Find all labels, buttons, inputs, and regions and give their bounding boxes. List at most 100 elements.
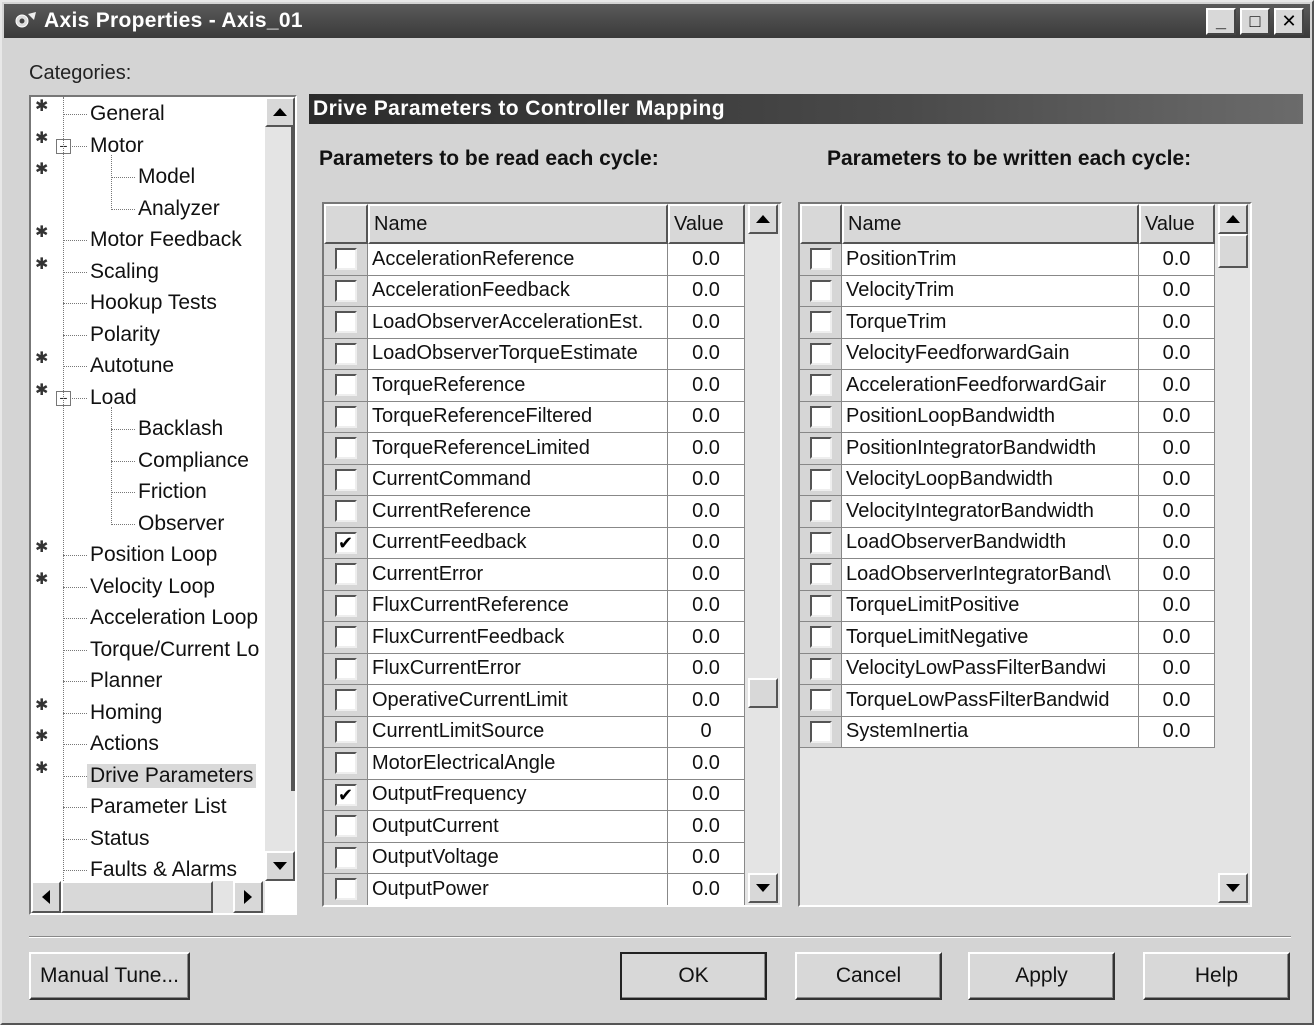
write-value-cell[interactable]: 0.0 <box>1139 338 1215 370</box>
write-value-cell[interactable]: 0.0 <box>1139 307 1215 339</box>
write-checkbox[interactable] <box>809 594 832 617</box>
read-header-value[interactable]: Value <box>668 204 745 244</box>
write-value-cell[interactable]: 0.0 <box>1139 275 1215 307</box>
read-value-cell[interactable]: 0.0 <box>668 527 745 559</box>
write-name-cell[interactable]: VelocityLoopBandwidth <box>842 464 1139 496</box>
tree-item-friction[interactable]: Friction <box>135 477 210 507</box>
write-value-cell[interactable]: 0.0 <box>1139 401 1215 433</box>
write-checkbox[interactable] <box>809 248 832 271</box>
tree-item-autotune[interactable]: Autotune <box>87 351 177 381</box>
read-checkbox[interactable] <box>334 468 357 491</box>
table-row[interactable]: TorqueLowPassFilterBandwid 0.0 <box>800 685 1215 717</box>
read-parameters-grid[interactable]: Name Value AccelerationReference 0.0 Accel… <box>322 202 782 907</box>
read-value-cell[interactable]: 0.0 <box>668 464 745 496</box>
table-row[interactable]: OutputPower 0.0 <box>324 874 745 905</box>
read-name-cell[interactable]: FluxCurrentReference <box>368 590 668 622</box>
write-value-cell[interactable]: 0.0 <box>1139 559 1215 591</box>
tree-scroll-down-button[interactable] <box>265 851 295 881</box>
read-checkbox[interactable] <box>334 437 357 460</box>
write-checkbox[interactable] <box>809 689 832 712</box>
help-button[interactable]: Help <box>1143 952 1290 1000</box>
read-value-cell[interactable]: 0.0 <box>668 559 745 591</box>
write-value-cell[interactable]: 0.0 <box>1139 716 1215 748</box>
read-grid-scrollbar[interactable] <box>748 204 780 905</box>
read-value-cell[interactable]: 0.0 <box>668 338 745 370</box>
write-checkbox[interactable] <box>809 342 832 365</box>
read-name-cell[interactable]: FluxCurrentFeedback <box>368 622 668 654</box>
tree-item-model[interactable]: Model <box>135 162 198 192</box>
table-row[interactable]: CurrentLimitSource 0 <box>324 716 745 748</box>
tree-scroll-right-button[interactable] <box>233 881 263 913</box>
write-value-cell[interactable]: 0.0 <box>1139 685 1215 717</box>
maximize-button[interactable]: □ <box>1240 8 1270 35</box>
write-checkbox[interactable] <box>809 531 832 554</box>
tree-vertical-scrollbar[interactable] <box>265 97 295 881</box>
read-checkbox[interactable] <box>334 657 357 680</box>
read-value-cell[interactable]: 0.0 <box>668 244 745 276</box>
read-name-cell[interactable]: FluxCurrentError <box>368 653 668 685</box>
table-row[interactable]: PositionLoopBandwidth 0.0 <box>800 401 1215 433</box>
table-row[interactable]: TorqueReferenceLimited 0.0 <box>324 433 745 465</box>
minimize-button[interactable]: _ <box>1206 8 1236 35</box>
read-value-cell[interactable]: 0.0 <box>668 874 745 905</box>
write-checkbox[interactable] <box>809 468 832 491</box>
table-row[interactable]: TorqueReference 0.0 <box>324 370 745 402</box>
read-checkbox[interactable] <box>334 279 357 302</box>
tree-item-backlash[interactable]: Backlash <box>135 414 226 444</box>
read-checkbox[interactable]: ✔ <box>334 783 357 806</box>
table-row[interactable]: VelocityLoopBandwidth 0.0 <box>800 464 1215 496</box>
write-name-cell[interactable]: TorqueLowPassFilterBandwid <box>842 685 1139 717</box>
read-value-cell[interactable]: 0.0 <box>668 401 745 433</box>
write-value-cell[interactable]: 0.0 <box>1139 433 1215 465</box>
read-name-cell[interactable]: OutputCurrent <box>368 811 668 843</box>
apply-button[interactable]: Apply <box>968 952 1115 1000</box>
write-scroll-thumb[interactable] <box>1218 234 1248 268</box>
tree-hscroll-thumb[interactable] <box>61 881 213 913</box>
read-name-cell[interactable]: CurrentFeedback <box>368 527 668 559</box>
write-name-cell[interactable]: TorqueTrim <box>842 307 1139 339</box>
write-checkbox[interactable] <box>809 657 832 680</box>
read-name-cell[interactable]: CurrentLimitSource <box>368 716 668 748</box>
title-bar[interactable]: Axis Properties - Axis_01 _ □ ✕ <box>4 4 1310 38</box>
table-row[interactable]: LoadObserverAccelerationEst. 0.0 <box>324 307 745 339</box>
write-checkbox[interactable] <box>809 405 832 428</box>
read-checkbox[interactable]: ✔ <box>334 531 357 554</box>
read-checkbox[interactable] <box>334 311 357 334</box>
write-checkbox[interactable] <box>809 279 832 302</box>
tree-item-motor[interactable]: Motor <box>87 131 147 161</box>
read-name-cell[interactable]: AccelerationReference <box>368 244 668 276</box>
tree-item-motor-feedback[interactable]: Motor Feedback <box>87 225 245 255</box>
tree-item-polarity[interactable]: Polarity <box>87 320 163 350</box>
table-row[interactable]: ✔ OutputFrequency 0.0 <box>324 779 745 811</box>
table-row[interactable]: MotorElectricalAngle 0.0 <box>324 748 745 780</box>
tree-item-hookup-tests[interactable]: Hookup Tests <box>87 288 220 318</box>
cancel-button[interactable]: Cancel <box>795 952 942 1000</box>
table-row[interactable]: CurrentReference 0.0 <box>324 496 745 528</box>
tree-horizontal-scrollbar[interactable] <box>31 881 265 913</box>
tree-item-velocity-loop[interactable]: Velocity Loop <box>87 572 218 602</box>
read-name-cell[interactable]: OutputFrequency <box>368 779 668 811</box>
read-value-cell[interactable]: 0.0 <box>668 307 745 339</box>
tree-item-analyzer[interactable]: Analyzer <box>135 194 223 224</box>
read-name-cell[interactable]: TorqueReference <box>368 370 668 402</box>
read-name-cell[interactable]: TorqueReferenceFiltered <box>368 401 668 433</box>
write-value-cell[interactable]: 0.0 <box>1139 622 1215 654</box>
table-row[interactable]: OutputVoltage 0.0 <box>324 842 745 874</box>
write-checkbox[interactable] <box>809 626 832 649</box>
table-row[interactable]: OutputCurrent 0.0 <box>324 811 745 843</box>
read-value-cell[interactable]: 0.0 <box>668 622 745 654</box>
read-scroll-up-button[interactable] <box>748 204 778 234</box>
write-scroll-down-button[interactable] <box>1218 873 1248 903</box>
write-value-cell[interactable]: 0.0 <box>1139 653 1215 685</box>
read-checkbox[interactable] <box>334 815 357 838</box>
table-row[interactable]: SystemInertia 0.0 <box>800 716 1215 748</box>
tree-item-drive-parameters[interactable]: Drive Parameters <box>87 761 257 791</box>
table-row[interactable]: FluxCurrentReference 0.0 <box>324 590 745 622</box>
read-checkbox[interactable] <box>334 594 357 617</box>
write-checkbox[interactable] <box>809 374 832 397</box>
tree-item-observer[interactable]: Observer <box>135 509 227 539</box>
read-name-cell[interactable]: AccelerationFeedback <box>368 275 668 307</box>
table-row[interactable]: VelocityFeedforwardGain 0.0 <box>800 338 1215 370</box>
write-name-cell[interactable]: VelocityLowPassFilterBandwi <box>842 653 1139 685</box>
read-checkbox[interactable] <box>334 374 357 397</box>
